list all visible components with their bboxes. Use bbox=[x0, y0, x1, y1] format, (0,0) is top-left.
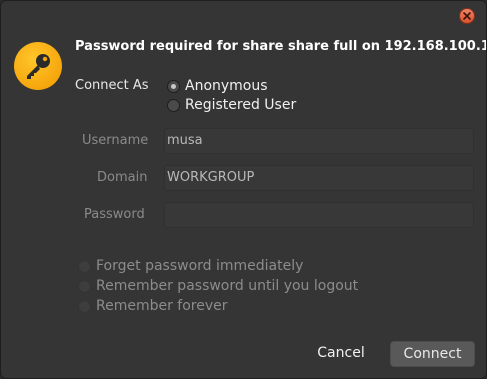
registered-user-radio[interactable] bbox=[167, 99, 180, 112]
titlebar bbox=[1, 1, 486, 29]
forget-immediately-radio[interactable] bbox=[78, 260, 91, 273]
anonymous-radio-label[interactable]: Anonymous bbox=[185, 78, 268, 94]
password-dialog: Password required for share share full o… bbox=[0, 0, 487, 379]
connect-as-label: Connect As bbox=[75, 78, 149, 93]
domain-label: Domain bbox=[97, 170, 148, 185]
username-label: Username bbox=[82, 133, 149, 148]
remember-forever-radio[interactable] bbox=[78, 300, 91, 313]
anonymous-radio[interactable] bbox=[167, 80, 180, 93]
close-button[interactable] bbox=[459, 8, 475, 24]
domain-field[interactable]: WORKGROUP bbox=[164, 165, 474, 191]
close-icon bbox=[463, 12, 471, 20]
connect-button[interactable]: Connect bbox=[390, 341, 475, 367]
forget-immediately-label[interactable]: Forget password immediately bbox=[96, 258, 303, 274]
registered-user-radio-label[interactable]: Registered User bbox=[185, 97, 296, 113]
password-field[interactable] bbox=[164, 202, 474, 228]
dialog-heading: Password required for share share full o… bbox=[75, 39, 487, 54]
remember-until-logout-label[interactable]: Remember password until you logout bbox=[96, 278, 358, 294]
password-label: Password bbox=[84, 207, 145, 222]
username-field[interactable]: musa bbox=[164, 128, 474, 154]
remember-until-logout-radio[interactable] bbox=[78, 280, 91, 293]
cancel-button[interactable]: Cancel bbox=[299, 341, 383, 367]
remember-forever-label[interactable]: Remember forever bbox=[96, 298, 228, 314]
key-icon bbox=[14, 42, 62, 90]
